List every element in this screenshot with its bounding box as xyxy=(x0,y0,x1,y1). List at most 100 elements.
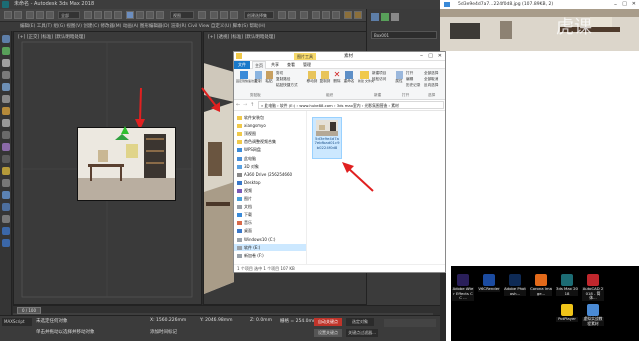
scene-explorer-icon[interactable] xyxy=(2,191,10,199)
nav-item[interactable]: 3D 对象 xyxy=(237,163,259,170)
grid-icon[interactable] xyxy=(2,179,10,187)
select-all-button[interactable]: 全部选择 xyxy=(424,71,438,76)
snap-icon[interactable] xyxy=(210,11,218,19)
motion-icon[interactable] xyxy=(2,71,10,79)
pivot-icon[interactable] xyxy=(198,11,206,19)
nav-item[interactable]: Windows10 (C:) xyxy=(237,236,275,243)
link-icon[interactable] xyxy=(26,11,34,19)
select-by-name-icon[interactable] xyxy=(94,11,102,19)
new-item-button[interactable]: 新建项目 xyxy=(372,71,386,76)
mirror-icon[interactable] xyxy=(278,11,286,19)
x-coord[interactable]: X: 1560.226mm xyxy=(150,318,186,323)
copy-button[interactable]: 复制 xyxy=(253,71,263,84)
sun-icon[interactable] xyxy=(2,167,10,175)
rect-select-icon[interactable] xyxy=(104,11,112,19)
nav-item[interactable]: 文档 xyxy=(237,203,252,210)
nav-item[interactable]: 软件 (E:) xyxy=(234,243,306,251)
desktop-shortcut[interactable]: Corona Image... xyxy=(530,274,552,296)
nav-item[interactable]: 首色调整视频合集 xyxy=(237,138,276,145)
file-item-selected[interactable]: 5d3e9e4d7a7ebfbad01c9b0224f0d8 xyxy=(312,117,342,159)
nav-item[interactable]: 桌面 xyxy=(237,227,252,234)
select-icon[interactable] xyxy=(84,11,92,19)
invert-selection-button[interactable]: 反向选择 xyxy=(424,83,438,88)
paste-shortcut-button[interactable]: 粘贴快捷方式 xyxy=(276,83,298,88)
rename-button[interactable]: 重命名 xyxy=(343,71,355,84)
maximize-icon[interactable]: □ xyxy=(428,52,433,61)
schematic-icon[interactable] xyxy=(322,11,330,19)
tab-home[interactable]: 主页 xyxy=(252,61,266,69)
spacewarp-icon[interactable] xyxy=(2,143,10,151)
back-icon[interactable]: ← xyxy=(236,102,240,108)
maxscript-listener[interactable]: MAXScript xyxy=(2,318,32,326)
nav-item[interactable]: Desktop xyxy=(237,179,261,186)
tab-manage[interactable]: 管理 xyxy=(300,61,314,69)
helper-icon[interactable] xyxy=(2,131,10,139)
photo-maximize-icon[interactable]: □ xyxy=(622,0,627,9)
curve-editor-icon[interactable] xyxy=(312,11,320,19)
paste-button[interactable]: 粘贴 xyxy=(264,71,274,84)
nav-item[interactable]: 软件安装包 xyxy=(237,114,264,121)
auto-key-button[interactable]: 自动关键点 xyxy=(314,318,342,326)
layer-icon[interactable] xyxy=(300,11,308,19)
hierarchy-tab-icon[interactable] xyxy=(391,13,399,21)
picture-tools-tab[interactable]: 图片工具 xyxy=(294,53,316,60)
tab-file[interactable]: 文件 xyxy=(234,61,250,69)
render-setup-icon[interactable] xyxy=(344,11,352,19)
place-icon[interactable] xyxy=(156,11,164,19)
undo-icon[interactable] xyxy=(4,11,12,19)
up-icon[interactable]: ↑ xyxy=(250,102,254,108)
nav-item[interactable]: WPS网盘 xyxy=(237,146,261,153)
nav-item[interactable]: A360 Drive (256254660 xyxy=(237,171,292,178)
close-icon[interactable]: ✕ xyxy=(438,52,442,61)
align-icon[interactable] xyxy=(288,11,296,19)
named-selection-dropdown[interactable]: 创建选择集 xyxy=(244,11,274,19)
nav-item[interactable]: 视频 xyxy=(237,187,252,194)
selection-filter-dropdown[interactable]: 全部 xyxy=(58,11,80,19)
nav-item[interactable]: 下载 xyxy=(237,211,252,218)
desktop-shortcut[interactable]: 虚拟实战教程素材 xyxy=(582,304,604,326)
create-icon[interactable] xyxy=(2,35,10,43)
unlink-icon[interactable] xyxy=(36,11,44,19)
light-icon[interactable] xyxy=(2,107,10,115)
create-tab-icon[interactable] xyxy=(371,13,379,21)
move-icon[interactable] xyxy=(126,11,134,19)
delete-button[interactable]: ✕ 删除 xyxy=(332,71,342,84)
nav-item[interactable]: xiangsmyo xyxy=(237,122,266,129)
set-key-button[interactable]: 设置关键点 xyxy=(314,329,342,337)
hierarchy-icon[interactable] xyxy=(2,59,10,67)
scale-icon[interactable] xyxy=(146,11,154,19)
nav-item[interactable]: 顶视图 xyxy=(237,130,256,137)
copy-path-button[interactable]: 复制路径 xyxy=(276,77,290,82)
desktop-shortcut[interactable]: PotPlayer xyxy=(556,304,578,322)
easy-access-button[interactable]: 轻松访问 xyxy=(372,77,386,82)
history-button[interactable]: 历史记录 xyxy=(406,83,420,88)
photo-close-icon[interactable]: ✕ xyxy=(632,0,636,9)
systems-icon[interactable] xyxy=(2,155,10,163)
move-to-button[interactable]: 移动到 xyxy=(306,71,318,84)
vray-icon[interactable] xyxy=(2,227,10,235)
nav-item[interactable]: 新加卷 (F:) xyxy=(237,252,264,259)
menu-items[interactable]: 编辑(E) 工具(T) 组(G) 视图(V) 创建(C) 修改器(M) 动画(A… xyxy=(20,24,265,29)
render-icon[interactable] xyxy=(354,11,362,19)
percent-snap-icon[interactable] xyxy=(230,11,238,19)
playback-controls[interactable] xyxy=(384,319,436,327)
modify-tab-icon[interactable] xyxy=(381,13,389,21)
material-editor-icon[interactable] xyxy=(332,11,340,19)
copy-to-button[interactable]: 复制到 xyxy=(319,71,331,84)
cut-button[interactable]: 剪切 xyxy=(276,71,283,76)
angle-snap-icon[interactable] xyxy=(220,11,228,19)
add-time-tag[interactable]: 添加时间标记 xyxy=(150,329,177,335)
pin-quick-access-button[interactable]: 固定到快速访问 xyxy=(236,71,257,83)
selected-dropdown[interactable]: 选定对象 xyxy=(346,318,374,326)
vray-light-icon[interactable] xyxy=(2,239,10,247)
utilities-icon[interactable] xyxy=(2,95,10,103)
camera-icon[interactable] xyxy=(2,119,10,127)
desktop-shortcut[interactable]: V6СRender xyxy=(478,274,500,292)
desktop-shortcut[interactable]: Adobe Photosh... xyxy=(504,274,526,296)
window-crossing-icon[interactable] xyxy=(114,11,122,19)
tab-share[interactable]: 共享 xyxy=(268,61,282,69)
select-none-button[interactable]: 全部取消 xyxy=(424,77,438,82)
desktop-shortcut[interactable]: AutoCAD 2018 - 简体... xyxy=(582,274,604,301)
modify-icon[interactable] xyxy=(2,47,10,55)
new-folder-button[interactable]: 新建 文件夹 xyxy=(358,71,374,83)
